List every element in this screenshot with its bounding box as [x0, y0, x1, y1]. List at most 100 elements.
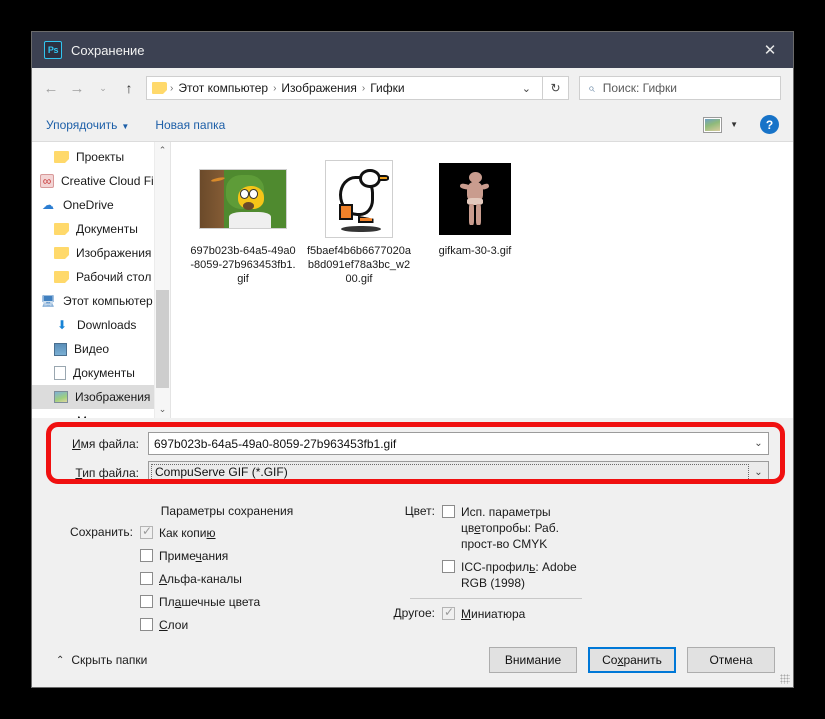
- view-mode-icon[interactable]: [703, 116, 723, 133]
- search-input[interactable]: ⌕ Поиск: Гифки: [579, 76, 781, 100]
- sidebar-item-documents-onedrive[interactable]: Документы: [32, 217, 170, 241]
- file-list: 697b023b-64a5-49a0-8059-27b963453fb1.gif…: [171, 142, 793, 418]
- list-item[interactable]: gifkam-30-3.gif: [417, 156, 533, 290]
- label-post: льфа-каналы: [167, 572, 242, 586]
- video-icon: [54, 342, 67, 356]
- up-button[interactable]: ↑: [116, 74, 142, 102]
- checkbox-thumbnail[interactable]: [442, 605, 455, 620]
- label-post: иниатюра: [471, 607, 526, 621]
- chevron-down-icon[interactable]: ⌄: [513, 82, 540, 95]
- file-name-input[interactable]: 697b023b-64a5-49a0-8059-27b963453fb1.gif…: [148, 432, 769, 455]
- organize-button[interactable]: Упорядочить ▼: [46, 118, 129, 132]
- footer-buttons: Внимание Со х ранить Отмена: [489, 647, 775, 673]
- folder-icon: [54, 223, 69, 235]
- sidebar-item-desktop[interactable]: Рабочий стол: [32, 265, 170, 289]
- scrollbar-thumb[interactable]: [156, 290, 169, 388]
- other-label: Другое:: [393, 606, 435, 620]
- save-button[interactable]: Со х ранить: [588, 647, 676, 673]
- resize-grip[interactable]: [780, 674, 790, 684]
- breadcrumb-separator: ›: [170, 82, 174, 94]
- checkbox-icc-profile[interactable]: [442, 560, 455, 573]
- color-label: Цвет:: [404, 504, 435, 518]
- checkbox-notes[interactable]: [140, 549, 153, 562]
- file-name: f5baef4b6b6677020ab8d091ef78a3bc_w200.gi…: [307, 245, 411, 285]
- option-row-notes: Примечания: [56, 548, 356, 564]
- dialog-footer: ⌃ Скрыть папки Внимание Со х ранить Отмена: [32, 633, 793, 687]
- option-row-alpha: Альфа-каналы: [56, 571, 356, 587]
- sidebar-item-documents[interactable]: Документы: [32, 361, 170, 385]
- file-type-label-rest: ип файла:: [82, 465, 139, 480]
- chevron-down-icon[interactable]: ▼: [730, 120, 738, 129]
- breadcrumb-item-gifs[interactable]: Гифки: [368, 81, 406, 95]
- checkbox-alpha-channels[interactable]: [140, 572, 153, 585]
- hide-folders-button[interactable]: ⌃ Скрыть папки: [56, 653, 147, 667]
- sidebar-item-video[interactable]: Видео: [32, 337, 170, 361]
- download-icon: ⬇: [56, 318, 68, 332]
- cancel-button[interactable]: Отмена: [687, 647, 775, 673]
- label-pre: Пл: [159, 595, 175, 609]
- file-name-label-rest: мя файла:: [80, 436, 139, 451]
- checkbox-layers[interactable]: [140, 618, 153, 631]
- refresh-icon[interactable]: ↻: [543, 76, 569, 100]
- close-icon[interactable]: ✕: [747, 32, 793, 68]
- recent-locations-button[interactable]: ⌄: [90, 74, 116, 102]
- list-item[interactable]: f5baef4b6b6677020ab8d091ef78a3bc_w200.gi…: [301, 156, 417, 290]
- file-name: 697b023b-64a5-49a0-8059-27b963453fb1.gif: [190, 245, 296, 285]
- sidebar-scrollbar[interactable]: ⌃ ⌄: [154, 142, 170, 418]
- chevron-down-icon[interactable]: ⌄: [749, 462, 768, 483]
- sidebar-item-this-pc[interactable]: 🖥 Этот компьютер: [32, 289, 170, 313]
- file-type-select[interactable]: CompuServe GIF (*.GIF) ⌄: [148, 461, 769, 484]
- sidebar-item-label: Downloads: [77, 318, 137, 332]
- sidebar-item-creative-cloud[interactable]: ∞ Creative Cloud Fil: [32, 169, 170, 193]
- duck-art: [326, 161, 392, 237]
- file-name-section: Имя файла: 697b023b-64a5-49a0-8059-27b96…: [32, 418, 793, 498]
- file-name: gifkam-30-3.gif: [438, 245, 512, 257]
- breadcrumb-separator: ›: [273, 82, 277, 94]
- sidebar-item-label: Изображения: [75, 390, 151, 404]
- option-row-icc-profile: ICC-профиль: Adobe RGB (1998): [386, 559, 769, 591]
- chevron-down-icon: ▼: [121, 121, 130, 131]
- folder-icon: [152, 82, 167, 94]
- save-dialog-window: Ps Сохранение ✕ ← → ⌄ ↑ › Этот компьютер…: [31, 31, 794, 688]
- save-label-post: ранить: [623, 653, 662, 667]
- forward-button[interactable]: →: [64, 74, 90, 102]
- cloud-icon: ☁: [42, 198, 54, 212]
- file-name-value: 697b023b-64a5-49a0-8059-27b963453fb1.gif: [154, 436, 397, 451]
- sidebar-item-label: Creative Cloud Fil: [61, 174, 157, 188]
- option-label-layers: Слои: [159, 617, 188, 633]
- folder-icon: [54, 247, 69, 259]
- proof-line1: Исп. параметры: [461, 505, 551, 519]
- breadcrumb-separator: ›: [361, 82, 366, 94]
- folder-icon: [54, 151, 69, 163]
- sidebar-item-pictures[interactable]: Изображения: [32, 385, 170, 409]
- sidebar-item-music[interactable]: ♪ Музыка: [32, 409, 170, 418]
- back-button[interactable]: ←: [38, 74, 64, 102]
- breadcrumb-item-computer[interactable]: Этот компьютер: [176, 81, 270, 95]
- sidebar-item-downloads[interactable]: ⬇ Downloads: [32, 313, 170, 337]
- chevron-down-icon[interactable]: ⌄: [749, 433, 768, 454]
- help-icon[interactable]: ?: [760, 115, 779, 134]
- list-item[interactable]: 697b023b-64a5-49a0-8059-27b963453fb1.gif: [185, 156, 301, 290]
- accel-char: М: [461, 607, 471, 621]
- checkbox-proof-setup[interactable]: [442, 505, 455, 518]
- checkbox-as-copy[interactable]: [140, 524, 153, 539]
- option-row-thumbnail: Другое: Миниатюра: [386, 605, 769, 622]
- checkbox-spot-colors[interactable]: [140, 595, 153, 608]
- sidebar-item-pictures-onedrive[interactable]: Изображения: [32, 241, 170, 265]
- new-folder-button[interactable]: Новая папка: [155, 118, 225, 132]
- save-label-pre: Со: [602, 653, 618, 667]
- breadcrumb-item-pictures[interactable]: Изображения: [279, 81, 358, 95]
- sidebar-item-projects[interactable]: Проекты: [32, 145, 170, 169]
- address-bar[interactable]: › Этот компьютер › Изображения › Гифки ⌄: [146, 76, 543, 100]
- save-options-section: Параметры сохранения Сохранить: Как копи…: [32, 498, 793, 633]
- sidebar-item-onedrive[interactable]: ☁ OneDrive: [32, 193, 170, 217]
- file-name-label: Имя файла:: [56, 437, 148, 451]
- scroll-up-icon[interactable]: ⌃: [155, 142, 170, 159]
- duck-thumbnail: [325, 160, 393, 238]
- sidebar-item-label: Видео: [74, 342, 110, 356]
- scroll-down-icon[interactable]: ⌄: [155, 401, 170, 418]
- file-type-label: Тип файла:: [56, 466, 148, 480]
- sidebar-list: Проекты ∞ Creative Cloud Fil ☁ OneDrive …: [32, 142, 170, 418]
- option-label-spot-colors: Плашечные цвета: [159, 594, 260, 610]
- warning-button[interactable]: Внимание: [489, 647, 577, 673]
